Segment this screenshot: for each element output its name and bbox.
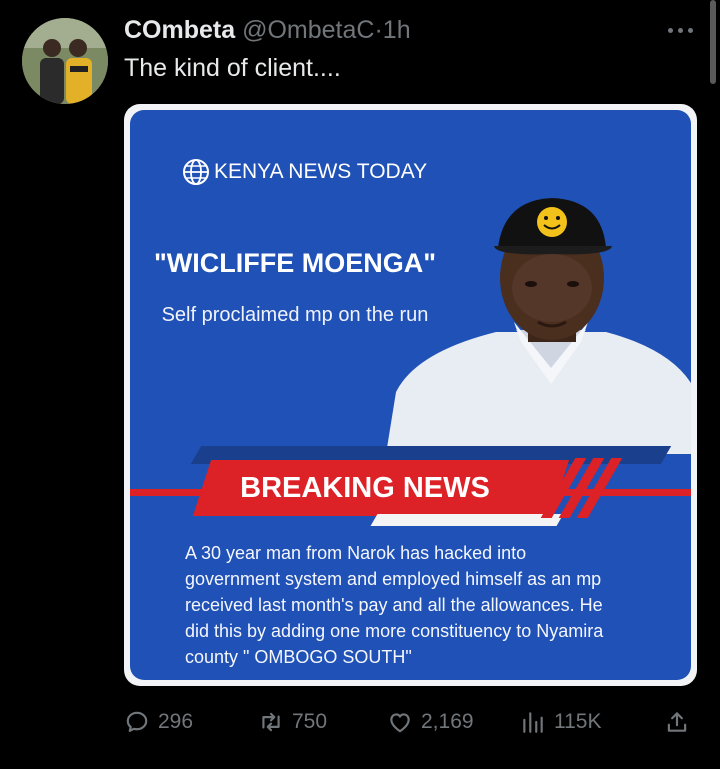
views-button[interactable]: 115K [520,706,602,738]
like-icon [390,713,410,733]
reply-count: 296 [158,710,194,733]
display-name[interactable]: COmbeta [124,16,235,44]
man-photo [386,198,691,454]
scrollbar[interactable] [710,0,716,84]
brand-name: KENYA NEWS TODAY [214,160,428,183]
avatar[interactable] [22,18,108,104]
repost-button[interactable]: 750 [258,706,327,738]
separator-dot: · [374,16,383,44]
share-button[interactable] [664,706,690,738]
more-icon[interactable] [666,28,696,36]
like-count: 2,169 [421,710,474,733]
action-bar: 296 750 2,169 115K [124,706,696,738]
news-body-line: received last month's pay and all the al… [185,595,603,615]
news-body-line: county " OMBOGO SOUTH" [185,647,412,667]
news-brand: KENYA NEWS TODAY [182,158,427,186]
tweet-header: COmbeta @OmbetaC·1h [124,16,411,45]
globe-icon [183,159,209,185]
news-card: KENYA NEWS TODAY "WICLIFFE MOENGA" Self … [130,110,691,680]
breaking-news-label: BREAKING NEWS [240,472,490,504]
share-icon [667,712,687,732]
tweet-media-image[interactable]: KENYA NEWS TODAY "WICLIFFE MOENGA" Self … [124,104,697,686]
repost-count: 750 [292,710,328,733]
timestamp[interactable]: 1h [383,16,411,44]
like-button[interactable]: 2,169 [387,706,474,738]
news-body-line: A 30 year man from Narok has hacked into [185,543,527,563]
reply-button[interactable]: 296 [124,706,193,738]
banner-white-strip [370,514,564,526]
handle[interactable]: @OmbetaC [242,16,374,44]
reply-icon [126,711,148,732]
tweet-text: The kind of client.... [124,54,341,82]
news-body-line: did this by adding one more constituency… [185,621,604,641]
repost-icon [262,712,280,732]
views-icon [523,712,543,733]
views-count: 115K [554,710,602,733]
news-body-line: government system and employed himself a… [185,569,602,589]
news-body: A 30 year man from Narok has hacked into… [185,540,685,670]
